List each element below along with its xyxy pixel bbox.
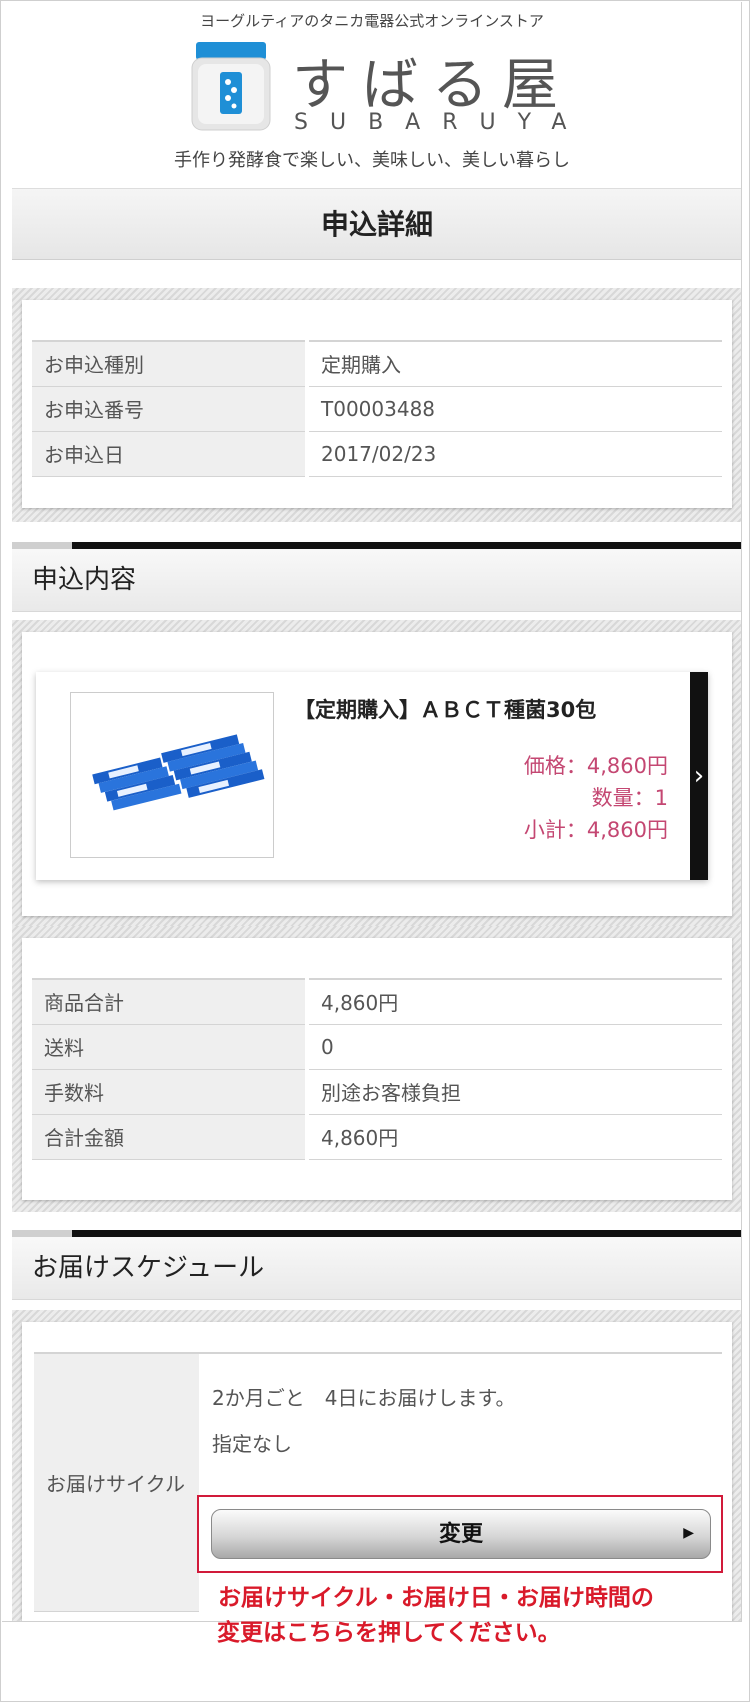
row-value: 4,860円 [307, 978, 722, 1025]
row-label: お申込番号 [32, 386, 309, 432]
section-bar-black [72, 542, 741, 549]
change-note-line1: お届けサイクル・お届け日・お届け時間の [218, 1585, 654, 1611]
row-label: お申込種別 [32, 340, 309, 387]
application-info-card: お申込種別 定期購入 お申込番号 T00003488 お申込日 2017/02/… [22, 300, 732, 508]
row-value: 2017/02/23 [307, 431, 722, 477]
product-quantity: 数量：1 [591, 786, 668, 810]
brand-roman: SUBARUYA [294, 110, 589, 135]
table-row: 商品合計 4,860円 [32, 978, 722, 1025]
header-tagline-top: ヨーグルティアのタニカ電器公式オンラインストア [200, 12, 544, 30]
row-label: 手数料 [32, 1069, 309, 1115]
page-title: 申込詳細 [12, 188, 741, 260]
row-label: 送料 [32, 1024, 309, 1070]
product-item[interactable]: 【定期購入】ＡＢＣＴ種菌30包 価格：4,860円 数量：1 小計：4,860円… [36, 672, 708, 880]
change-button-highlight: 変更 ▶ [197, 1495, 723, 1573]
table-row: お申込種別 定期購入 [32, 340, 722, 387]
product-name[interactable]: 【定期購入】ＡＢＣＴ種菌30包 [294, 694, 596, 724]
section-bar-black [72, 1230, 741, 1237]
schedule-section-header: お届けスケジュール [12, 1230, 741, 1300]
row-value: T00003488 [307, 386, 722, 432]
delivery-cycle-text: 2か月ごと 4日にお届けします。 [212, 1386, 516, 1410]
delivery-cycle-label: お届けサイクル [46, 1471, 185, 1496]
section-bar-grey [12, 1230, 72, 1237]
header-tagline-bottom: 手作り発酵食で楽しい、美味しい、美しい暮らし [174, 150, 570, 171]
change-button[interactable]: 変更 ▶ [211, 1509, 711, 1559]
row-label: お申込日 [32, 431, 309, 477]
application-info-panel: お申込種別 定期購入 お申込番号 T00003488 お申込日 2017/02/… [12, 288, 741, 522]
totals-panel: 商品合計 4,860円 送料 0 手数料 別途お客様負担 合計金額 4,860円 [12, 926, 741, 1212]
row-label: 合計金額 [32, 1114, 309, 1160]
page-frame: ヨーグルティアのタニカ電器公式オンラインストア すばる屋 SUBARUYA 手作… [0, 0, 750, 1702]
schedule-label: お届けサイクル [34, 1352, 199, 1612]
contents-section-title: 申込内容 [32, 565, 137, 595]
totals-card: 商品合計 4,860円 送料 0 手数料 別途お客様負担 合計金額 4,860円 [22, 938, 732, 1200]
table-row: 合計金額 4,860円 [32, 1114, 722, 1160]
section-bar-grey [12, 542, 72, 549]
chevron-right-icon[interactable]: › [690, 672, 708, 880]
phone-screen: ヨーグルティアのタニカ電器公式オンラインストア すばる屋 SUBARUYA 手作… [2, 2, 742, 1622]
row-value: 定期購入 [307, 340, 722, 387]
schedule-section-title: お届けスケジュール [32, 1253, 265, 1283]
row-value: 0 [307, 1024, 722, 1070]
product-price: 価格：4,860円 [523, 754, 668, 778]
table-row: 送料 0 [32, 1024, 722, 1070]
product-sticks-image-icon [92, 734, 265, 811]
delivery-time-text: 指定なし [212, 1432, 292, 1456]
table-row: 手数料 別途お客様負担 [32, 1069, 722, 1115]
table-row: お申込日 2017/02/23 [32, 431, 722, 477]
totals-table: 商品合計 4,860円 送料 0 手数料 別途お客様負担 合計金額 4,860円 [32, 978, 722, 1160]
product-image[interactable] [70, 692, 274, 858]
change-button-label: 変更 [438, 1522, 483, 1547]
play-triangle-icon: ▶ [683, 1525, 694, 1541]
yogurt-jar-logo-icon[interactable] [190, 40, 272, 132]
table-row: お申込番号 T00003488 [32, 386, 722, 432]
row-value: 別途お客様負担 [307, 1069, 722, 1115]
application-info-table: お申込種別 定期購入 お申込番号 T00003488 お申込日 2017/02/… [32, 340, 722, 477]
row-label: 商品合計 [32, 978, 309, 1025]
site-header: ヨーグルティアのタニカ電器公式オンラインストア すばる屋 SUBARUYA 手作… [2, 2, 741, 188]
row-value: 4,860円 [307, 1114, 722, 1160]
change-note-line2: 変更はこちらを押してください。 [217, 1620, 561, 1646]
contents-section-header: 申込内容 [12, 542, 741, 612]
product-subtotal: 小計：4,860円 [523, 818, 668, 842]
brand-name[interactable]: すばる屋 [292, 40, 572, 121]
